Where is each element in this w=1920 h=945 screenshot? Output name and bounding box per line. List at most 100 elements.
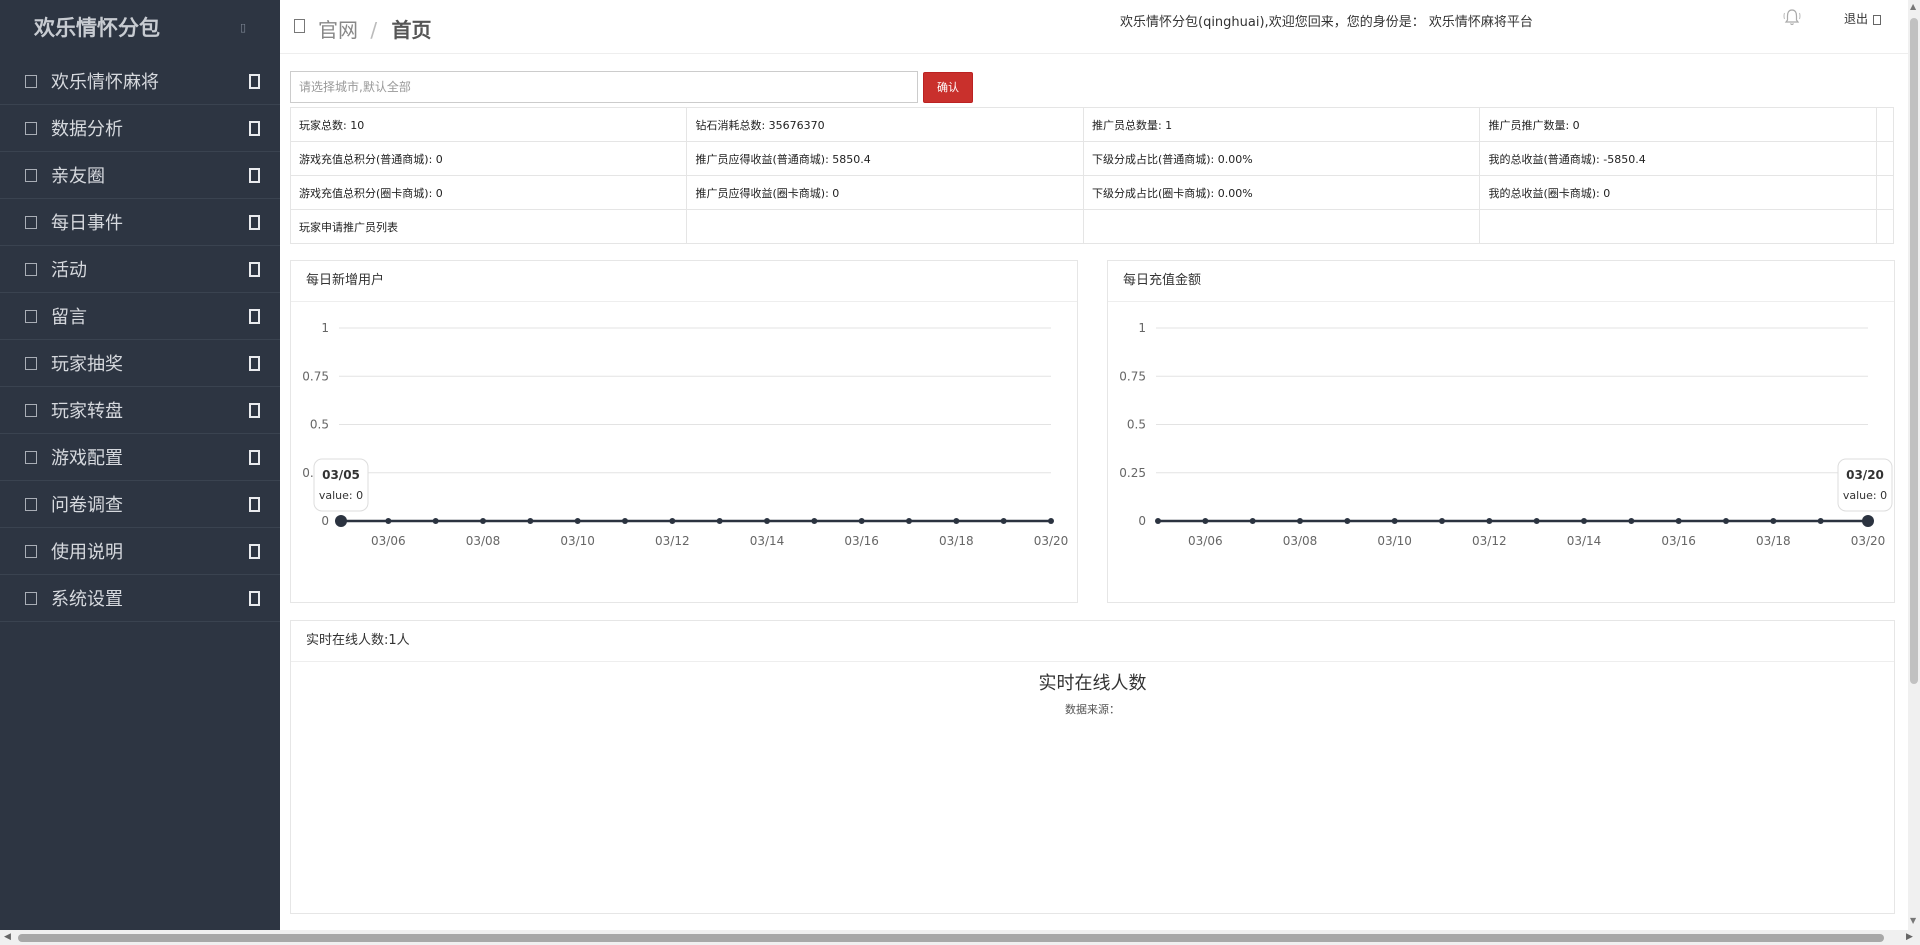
data-point[interactable]: [1048, 518, 1054, 524]
online-chart-title: 实时在线人数: [1038, 673, 1147, 694]
sidebar-item-label: 亲友圈: [51, 166, 105, 187]
data-point[interactable]: [716, 518, 723, 524]
data-point[interactable]: [1439, 518, 1445, 524]
data-point[interactable]: [906, 518, 912, 524]
data-point[interactable]: [1723, 518, 1729, 524]
data-point[interactable]: [764, 518, 770, 524]
data-point[interactable]: [811, 518, 818, 524]
sidebar-item[interactable]: 使用说明: [0, 528, 280, 575]
breadcrumb: 官网 / 首页: [318, 14, 431, 43]
scroll-left-icon[interactable]: ◀: [4, 932, 11, 942]
sidebar-item[interactable]: 亲友圈: [0, 152, 280, 199]
data-point[interactable]: [858, 518, 865, 524]
table-cell: 游戏充值总积分(普通商城): 0: [289, 141, 688, 176]
horizontal-scroll-thumb[interactable]: [18, 934, 1884, 942]
city-select-input[interactable]: [290, 71, 918, 103]
data-point[interactable]: [1249, 518, 1256, 524]
brand-title: 欢乐情怀分包: [34, 16, 160, 40]
chevron-icon: [249, 590, 260, 606]
table-row: 玩家申请推广员列表: [289, 209, 1895, 244]
data-point[interactable]: [1202, 518, 1209, 524]
sidebar-item[interactable]: 留言: [0, 293, 280, 340]
table-cell: [1875, 175, 1895, 210]
data-point[interactable]: [1770, 518, 1777, 524]
data-point[interactable]: [1628, 518, 1635, 524]
table-cell: 推广员总数量: 1: [1082, 107, 1481, 142]
vertical-scrollbar[interactable]: ▲ ▼: [1908, 0, 1920, 930]
x-tick-label: 03/20: [1034, 534, 1069, 548]
x-tick-label: 03/16: [1661, 534, 1696, 548]
data-point[interactable]: [335, 515, 347, 527]
menu-item-icon: [25, 450, 37, 464]
data-point[interactable]: [432, 518, 439, 524]
sidebar-item-label: 每日事件: [51, 213, 123, 234]
scroll-up-icon[interactable]: ▲: [1910, 2, 1916, 11]
data-point[interactable]: [1486, 518, 1493, 524]
data-point[interactable]: [622, 518, 628, 524]
home-icon[interactable]: [294, 19, 305, 33]
table-row: 玩家总数: 10 钻石消耗总数: 35676370 推广员总数量: 1 推广员推广数量…: [289, 107, 1895, 142]
y-tick-label: 0.75: [1119, 369, 1146, 383]
sidebar-item[interactable]: 欢乐情怀麻将: [0, 58, 280, 105]
x-tick-label: 03/20: [1851, 534, 1886, 548]
bell-icon[interactable]: [1782, 7, 1802, 27]
x-tick-label: 03/12: [1472, 534, 1507, 548]
confirm-button[interactable]: 确认: [923, 72, 973, 103]
daily-recharge-panel: 每日充值金额 0 0.25 0.5 0.75 1 03/06 03/08 03/10 03/12…: [1107, 260, 1895, 603]
data-point[interactable]: [527, 518, 534, 524]
data-point[interactable]: [385, 518, 392, 524]
scroll-right-icon[interactable]: ▶: [1906, 932, 1913, 942]
tooltip-value: value: 0: [319, 489, 363, 502]
menu-item-icon: [25, 544, 37, 558]
x-tick-label: 03/16: [844, 534, 879, 548]
online-users-panel: 实时在线人数:1人 实时在线人数 数据来源：: [290, 620, 1895, 914]
collapse-icon[interactable]: ▯: [240, 0, 246, 56]
data-point[interactable]: [1862, 515, 1874, 527]
chevron-icon: [249, 402, 260, 418]
sidebar-item[interactable]: 问卷调查: [0, 481, 280, 528]
data-point[interactable]: [1581, 518, 1587, 524]
sidebar-item[interactable]: 游戏配置: [0, 434, 280, 481]
data-point[interactable]: [1391, 518, 1398, 524]
x-tick-label: 03/18: [1756, 534, 1791, 548]
breadcrumb-root[interactable]: 官网: [318, 18, 358, 42]
x-tick-label: 03/08: [466, 534, 501, 548]
sidebar-item[interactable]: 系统设置: [0, 575, 280, 622]
data-point[interactable]: [1675, 518, 1682, 524]
vertical-scroll-thumb[interactable]: [1910, 18, 1918, 684]
data-point[interactable]: [953, 518, 960, 524]
chevron-icon: [249, 449, 260, 465]
data-point[interactable]: [669, 518, 676, 524]
table-cell: [686, 209, 1084, 244]
sidebar-menu: 欢乐情怀麻将 数据分析亲友圈每日事件活动 留言 玩家抽奖 玩家转盘 游戏配置 问卷调查 使用说…: [0, 58, 280, 622]
x-tick-label: 03/10: [560, 534, 595, 548]
horizontal-scrollbar[interactable]: ◀ ▶: [0, 930, 1920, 945]
tooltip-value: value: 0: [1843, 489, 1887, 502]
sidebar-item[interactable]: 玩家转盘: [0, 387, 280, 434]
y-tick-label: 0.5: [1127, 418, 1146, 432]
sidebar-item[interactable]: 数据分析: [0, 105, 280, 152]
data-point[interactable]: [480, 518, 486, 524]
data-point[interactable]: [1817, 518, 1824, 524]
top-bar: 官网 / 首页 欢乐情怀分包(qinghuai),欢迎您回来，您的身份是： 欢乐…: [280, 0, 1908, 54]
sidebar-item[interactable]: 活动: [0, 246, 280, 293]
data-point[interactable]: [1533, 518, 1540, 524]
table-cell[interactable]: 玩家申请推广员列表: [289, 209, 688, 244]
y-tick-label: 0.25: [1119, 466, 1146, 480]
data-point[interactable]: [1000, 518, 1007, 524]
sidebar-item[interactable]: 玩家抽奖: [0, 340, 280, 387]
data-point[interactable]: [574, 518, 581, 524]
logout-button[interactable]: 退出: [1844, 10, 1882, 27]
chevron-icon: [249, 214, 260, 230]
data-point[interactable]: [1344, 518, 1351, 524]
table-cell: 玩家总数: 10: [289, 107, 688, 142]
logout-label: 退出: [1844, 12, 1869, 26]
scroll-down-icon[interactable]: ▼: [1910, 916, 1916, 925]
x-tick-label: 03/08: [1283, 534, 1318, 548]
table-cell: 下级分成占比(普通商城): 0.00%: [1082, 141, 1481, 176]
data-point[interactable]: [1297, 518, 1303, 524]
data-point[interactable]: [1155, 518, 1161, 524]
sidebar-item[interactable]: 每日事件: [0, 199, 280, 246]
menu-item-icon: [25, 215, 37, 229]
online-header: 实时在线人数:1人: [291, 621, 1894, 662]
